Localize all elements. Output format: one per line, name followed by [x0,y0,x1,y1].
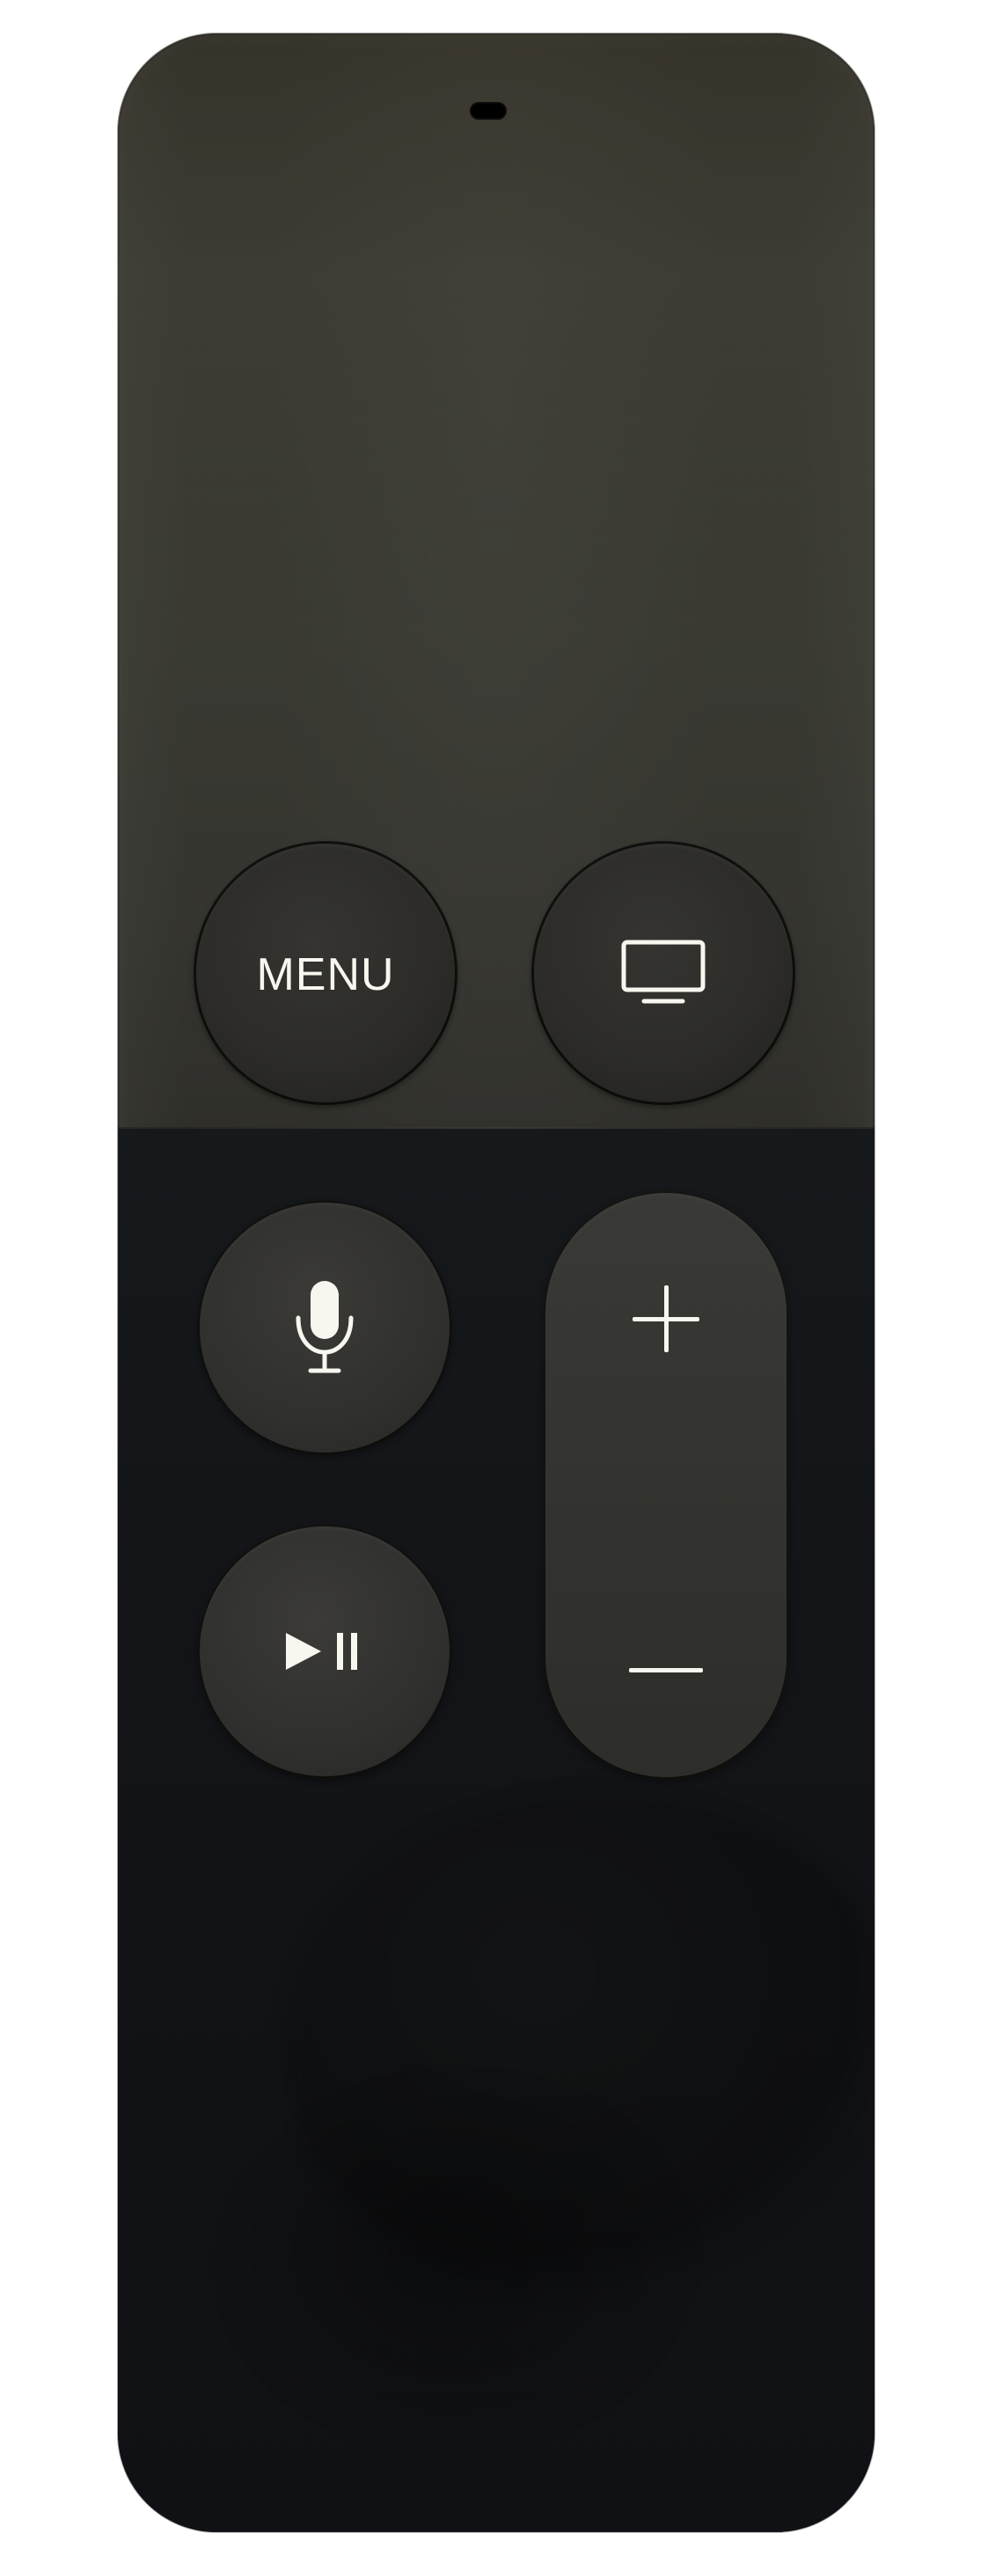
apple-tv-remote: MENU [118,33,874,2532]
volume-rocker[interactable] [543,1190,789,1780]
screenshot-canvas: MENU [0,0,995,2576]
minus-icon[interactable] [629,1665,703,1676]
remote-sensor [470,102,507,120]
tv-button[interactable] [531,841,795,1105]
play-pause-icon [286,1633,357,1670]
play-pause-button[interactable] [197,1524,452,1779]
tv-icon [621,940,706,1004]
menu-button[interactable]: MENU [194,841,457,1105]
plus-icon[interactable] [629,1282,703,1356]
microphone-icon [296,1281,354,1373]
menu-button-label: MENU [256,949,395,1000]
siri-button[interactable] [197,1200,452,1455]
remote-shadow-reflection [223,2083,699,2453]
